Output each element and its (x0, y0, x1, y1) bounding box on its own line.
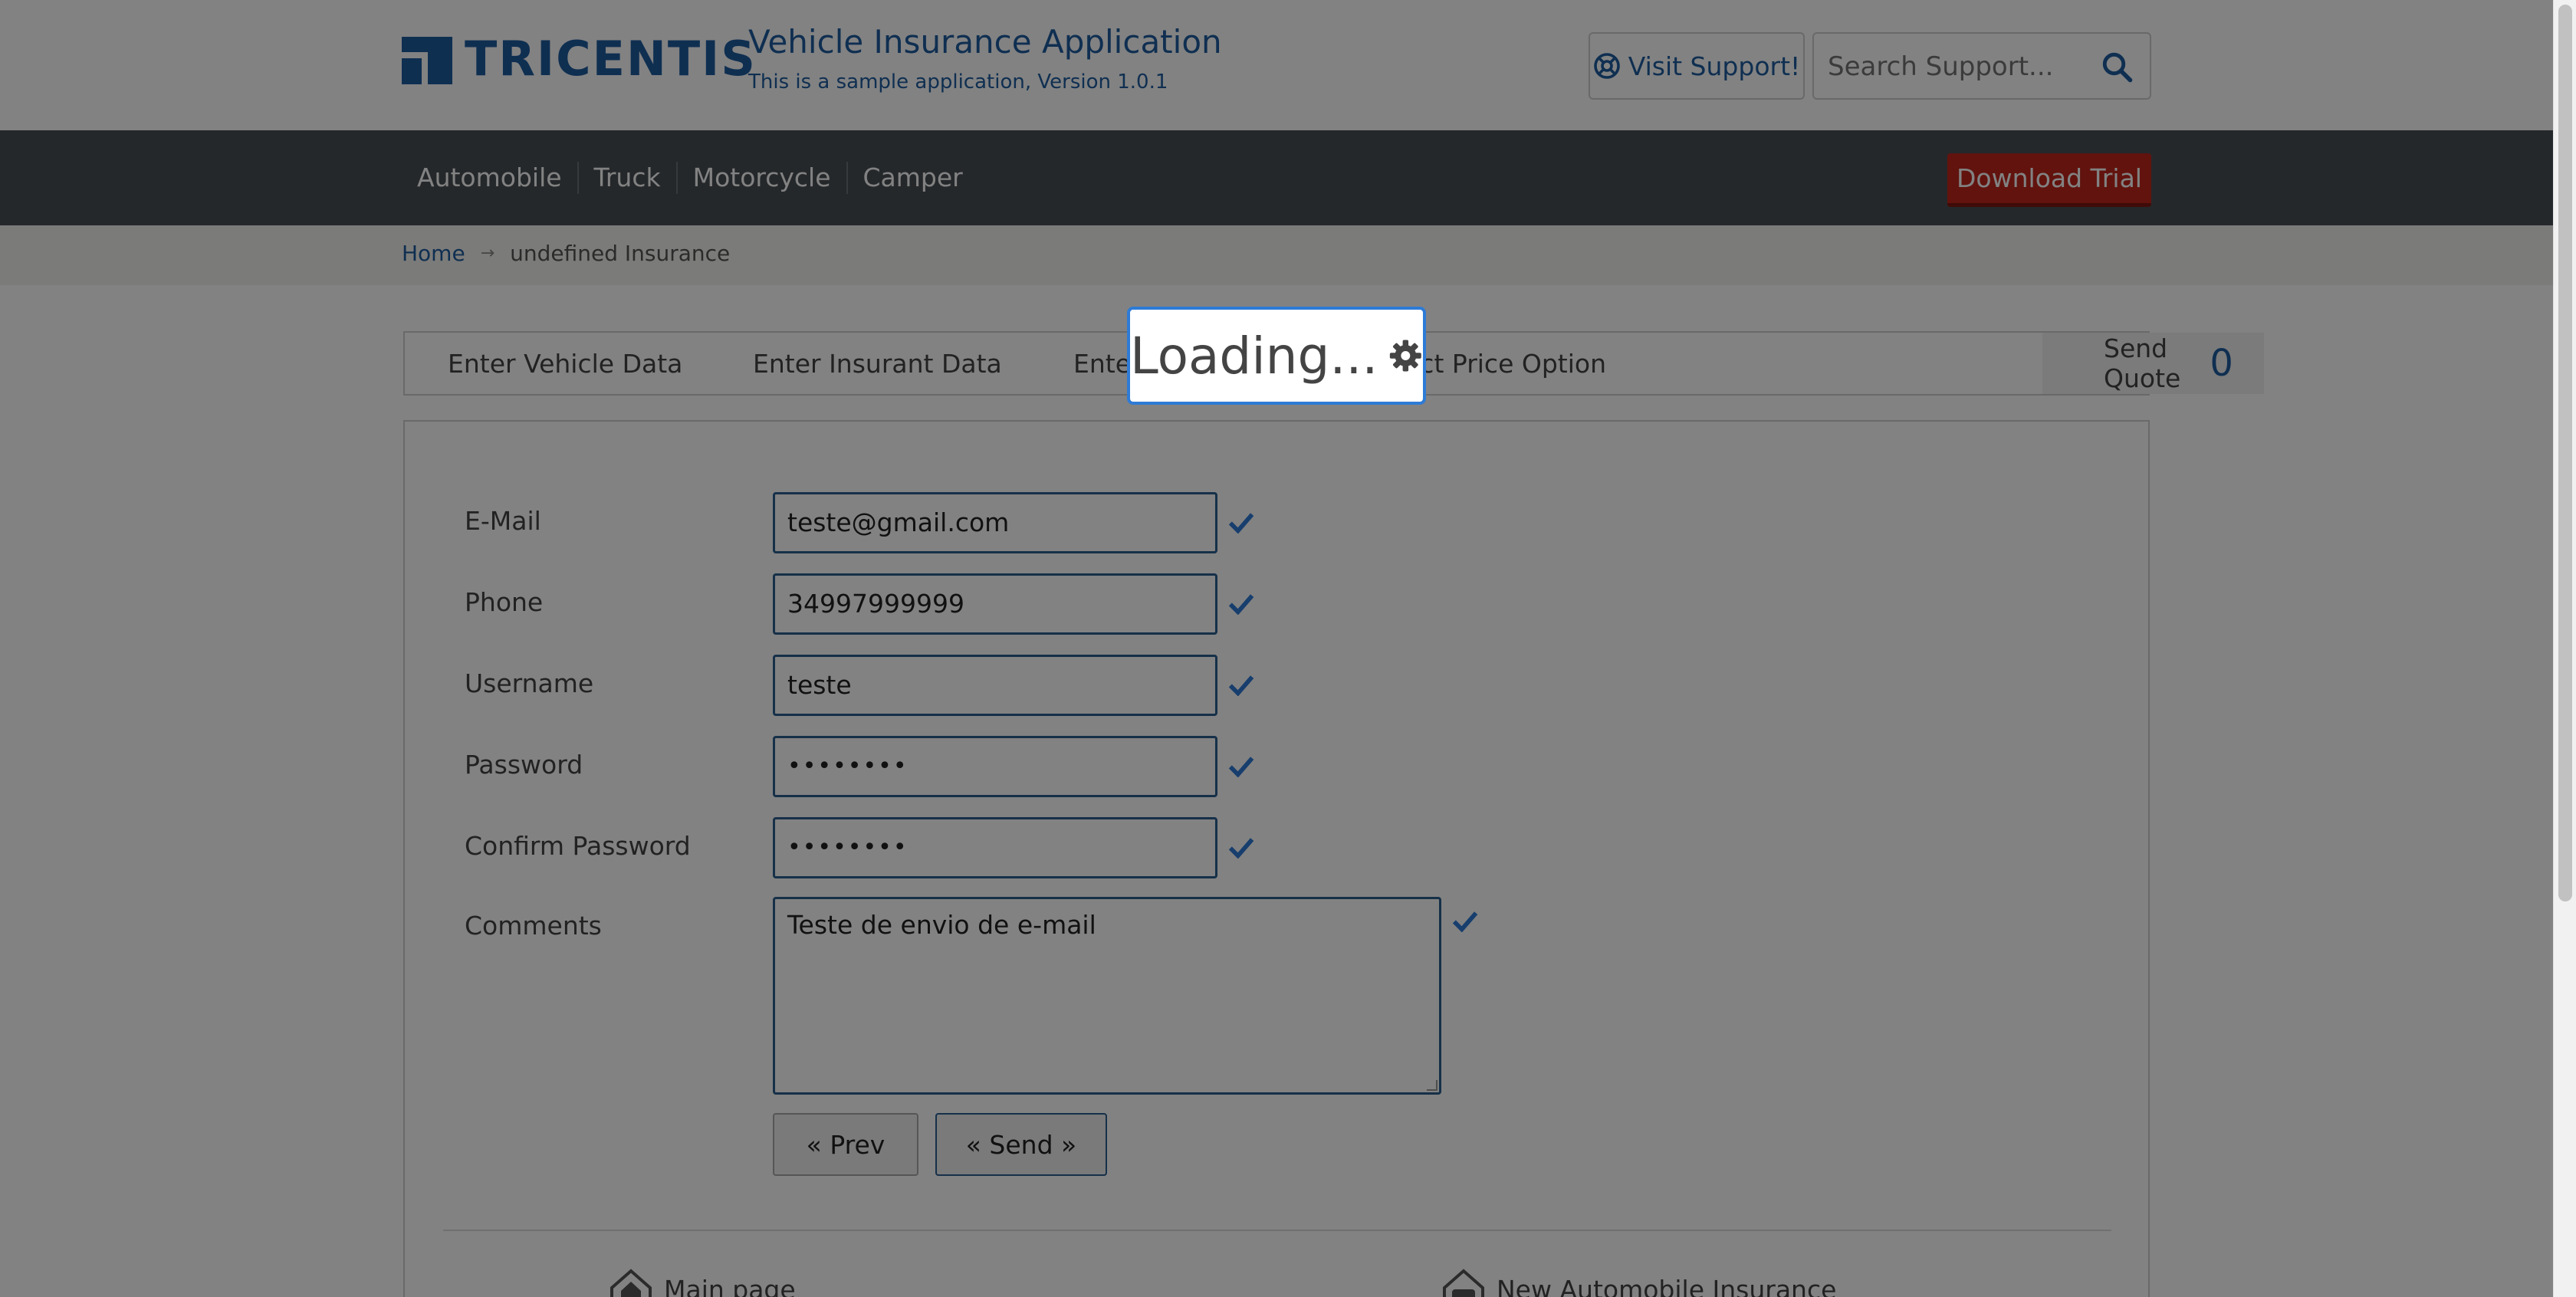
scrollbar-thumb[interactable] (2558, 5, 2572, 901)
scrollbar[interactable] (2553, 0, 2576, 1297)
loading-dialog: Loading... (1127, 307, 1426, 405)
page: TRICENTIS Vehicle Insurance Application … (0, 0, 2553, 1297)
loading-text: Loading... (1130, 326, 1378, 386)
modal-overlay (0, 0, 2553, 1297)
gear-icon (1390, 340, 1422, 372)
